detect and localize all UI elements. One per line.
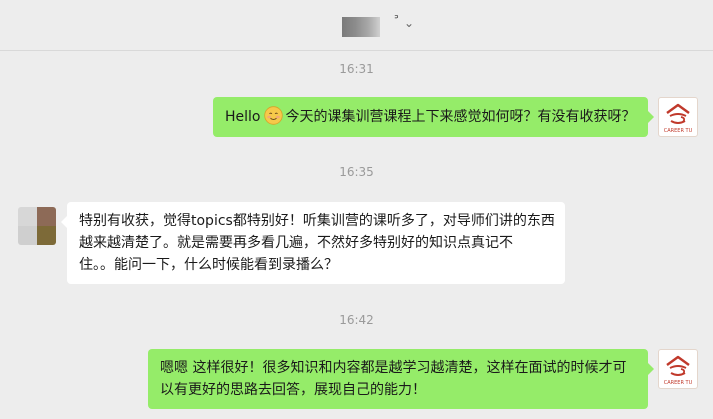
message-line: 住。。能问一下，什么时候能看到录播么？ bbox=[79, 257, 338, 273]
timestamp: 16:31 bbox=[339, 62, 374, 76]
message-line: 嗯嗯 这样很好！很多知识和内容都是越学习越清楚，这样在面试的时候才可 bbox=[160, 360, 627, 376]
message-bubble-sent[interactable]: 嗯嗯 这样很好！很多知识和内容都是越学习越清楚，这样在面试的时候才可 以有更好的… bbox=[148, 349, 654, 409]
avatar-caption: CAREER TU bbox=[663, 128, 693, 134]
chevron-down-icon[interactable]: ⌄ bbox=[404, 17, 414, 29]
timestamp: 16:35 bbox=[339, 165, 374, 179]
contact-name-redacted[interactable] bbox=[342, 17, 380, 37]
message-text: 今天的课集训营课程上下来感觉如何呀？有没有收获呀？ bbox=[285, 109, 636, 125]
career-tu-avatar[interactable]: CAREER TU bbox=[658, 97, 698, 137]
message-line: 越来越清楚了。就是需要再多看几遍，不然好多特别好的知识点真记不 bbox=[79, 235, 513, 251]
career-tu-logo-icon bbox=[666, 103, 690, 124]
contact-avatar[interactable] bbox=[18, 207, 56, 245]
career-tu-logo-icon bbox=[666, 355, 690, 376]
career-tu-avatar[interactable]: CAREER TU bbox=[658, 349, 698, 389]
message-line: 以有更好的思路去回答，展现自己的能力！ bbox=[160, 382, 426, 398]
smiling-face-emoji-icon bbox=[263, 106, 283, 125]
timestamp: 16:42 bbox=[339, 313, 374, 327]
message-bubble-received[interactable]: 特别有收获，觉得topics都特别好！听集训营的课听多了，对导师们讲的东西 越来… bbox=[61, 202, 565, 284]
message-prefix: Hello bbox=[225, 109, 261, 125]
chat-header: ᐣ ⌄ bbox=[0, 0, 713, 51]
message-bubble-sent[interactable]: Hello 今天的课集训营课程上下来感觉如何呀？有没有收获呀？ bbox=[213, 97, 654, 137]
contact-name-mark: ᐣ bbox=[394, 12, 399, 26]
message-line: 特别有收获，觉得topics都特别好！听集训营的课听多了，对导师们讲的东西 bbox=[79, 213, 555, 229]
avatar-caption: CAREER TU bbox=[663, 380, 693, 386]
